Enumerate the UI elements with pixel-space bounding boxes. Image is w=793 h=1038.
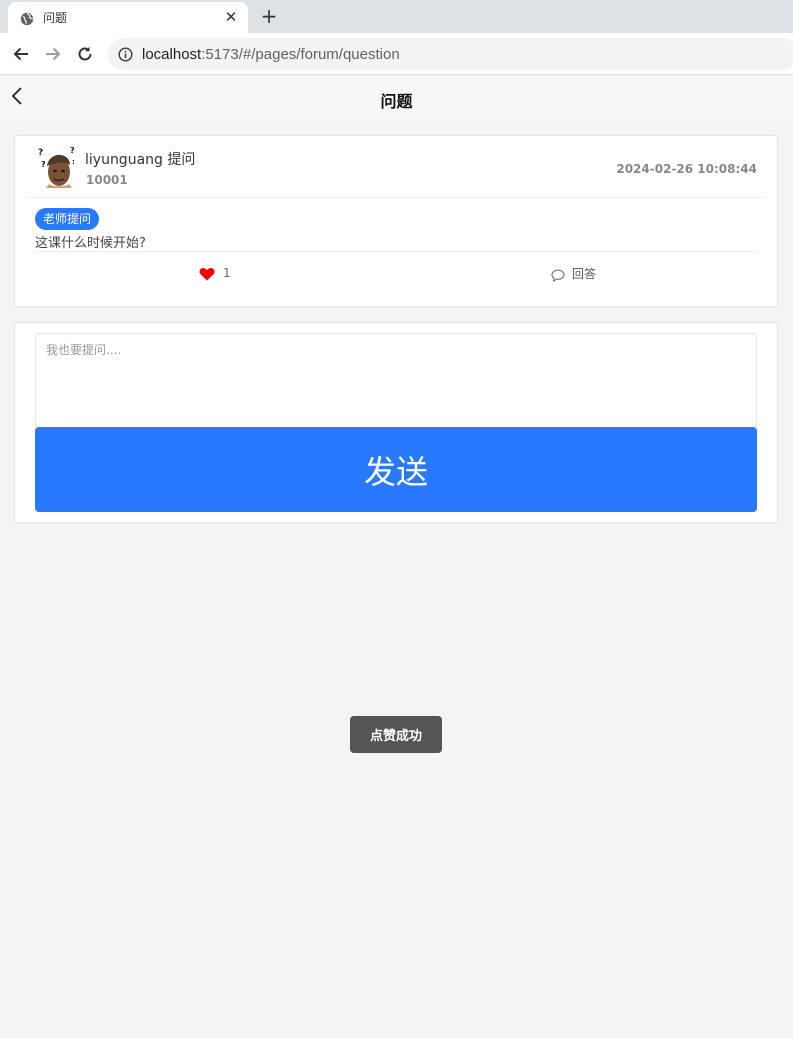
back-arrow-icon[interactable] — [10, 43, 32, 65]
send-button[interactable]: 发送 — [35, 427, 757, 512]
url-path: :5173/#/pages/forum/question — [201, 45, 400, 63]
divider — [25, 197, 767, 198]
ask-form-card: 发送 — [14, 322, 778, 523]
app-header: 问题 — [0, 76, 793, 120]
globe-icon — [20, 11, 34, 25]
url-host: localhost — [142, 45, 202, 63]
info-icon[interactable] — [118, 46, 133, 62]
svg-text:?: ? — [41, 160, 46, 169]
browser-tabstrip: 问题 ✕ + — [0, 0, 793, 33]
question-author[interactable]: liyunguang 提问 — [85, 149, 195, 169]
svg-text:?: ? — [38, 148, 43, 158]
question-text: 这课什么时候开始? — [35, 236, 146, 251]
ask-question-input[interactable] — [35, 333, 757, 429]
reload-icon[interactable] — [74, 43, 96, 65]
question-card: ? ? ? : liyunguang 提问 10001 2024-02-26 1… — [14, 135, 778, 307]
forward-arrow-icon[interactable] — [42, 43, 64, 65]
browser-toolbar: localhost:5173/#/pages/forum/question — [0, 33, 793, 75]
avatar[interactable]: ? ? ? : — [37, 146, 77, 188]
heart-icon — [199, 266, 215, 281]
close-icon[interactable]: ✕ — [222, 8, 240, 26]
answer-label: 回答 — [572, 267, 597, 281]
browser-tab[interactable]: 问题 ✕ — [8, 2, 248, 33]
svg-text::: : — [72, 158, 75, 166]
svg-text:?: ? — [70, 146, 75, 155]
page-title: 问题 — [380, 92, 413, 111]
answer-button[interactable]: 回答 — [551, 265, 596, 282]
question-timestamp: 2024-02-26 10:08:44 — [616, 162, 757, 176]
url-text: localhost:5173/#/pages/forum/question — [142, 46, 400, 63]
like-count: 1 — [223, 266, 231, 280]
address-bar[interactable]: localhost:5173/#/pages/forum/question — [108, 38, 793, 70]
comment-icon — [551, 267, 565, 282]
user-id: 10001 — [86, 173, 128, 187]
tab-title: 问题 — [43, 11, 68, 25]
toast-message: 点赞成功 — [350, 716, 442, 753]
question-type-badge: 老师提问 — [35, 208, 100, 230]
divider — [35, 251, 757, 252]
like-button[interactable]: 1 — [199, 266, 231, 281]
plus-icon[interactable]: + — [258, 5, 280, 27]
